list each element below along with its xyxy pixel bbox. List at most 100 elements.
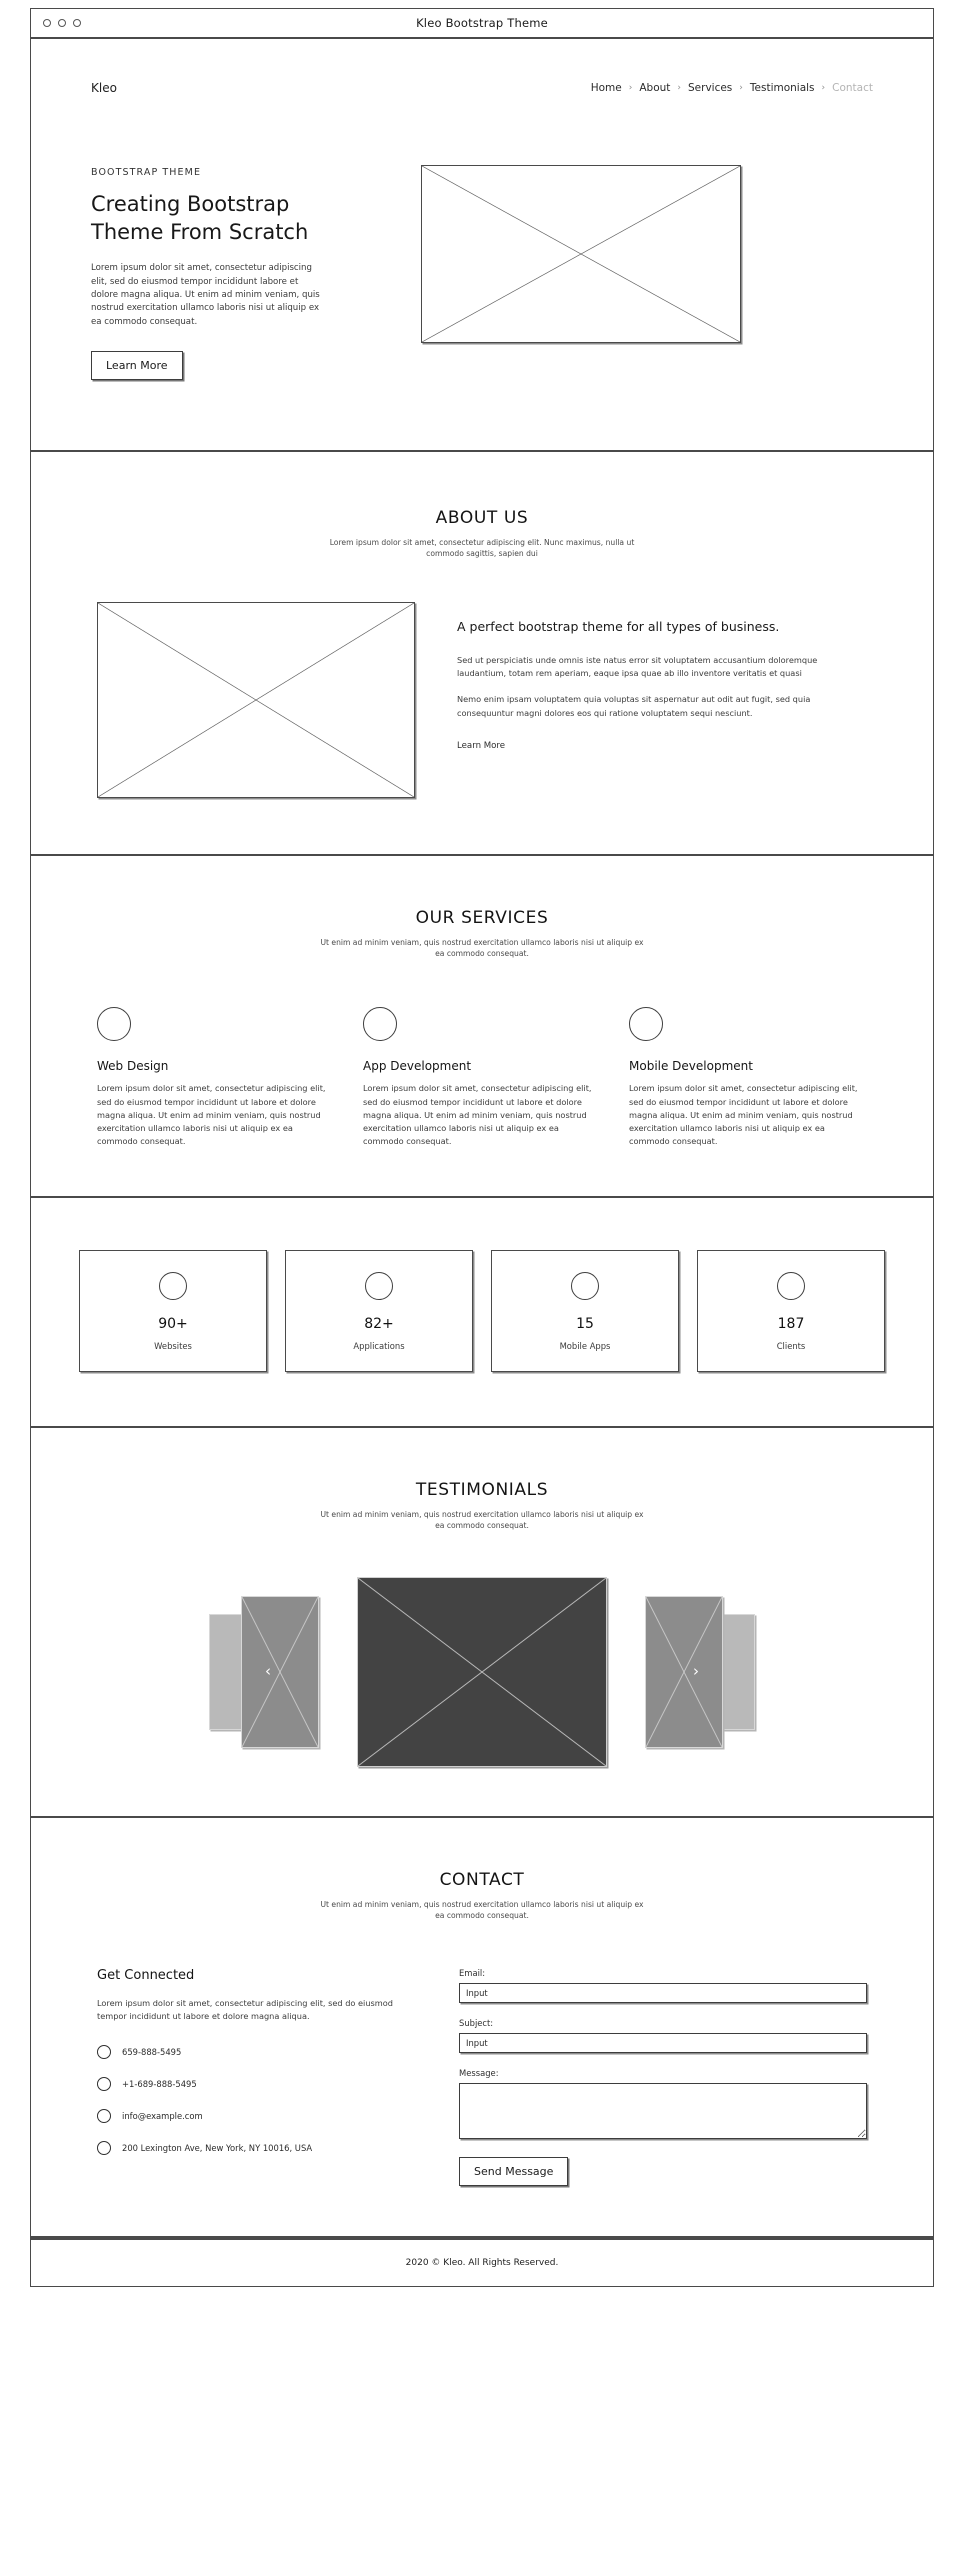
service-card: Mobile Development Lorem ipsum dolor sit…: [629, 1007, 867, 1148]
circle-icon: [97, 2044, 111, 2059]
email-field[interactable]: [459, 1982, 867, 2003]
nav-item-about[interactable]: About: [639, 82, 670, 94]
contact-paragraph: Lorem ipsum dolor sit amet, consectetur …: [97, 1997, 393, 2021]
nav-item-services[interactable]: Services: [688, 82, 732, 94]
contact-info-column: Get Connected Lorem ipsum dolor sit amet…: [97, 1968, 415, 2186]
nav-item-home[interactable]: Home: [591, 82, 622, 94]
contact-title: CONTACT: [439, 1869, 525, 1890]
brand-logo[interactable]: Kleo: [91, 81, 117, 95]
hero-title-line-2: Theme From Scratch: [91, 220, 309, 245]
testimonials-header: TESTIMONIALS Ut enim ad minim veniam, qu…: [49, 1480, 915, 1532]
stat-value: 90+: [158, 1315, 188, 1332]
carousel-slide-active[interactable]: [357, 1576, 607, 1767]
contact-subtitle: Ut enim ad minim veniam, quis nostrud ex…: [320, 1899, 644, 1921]
contact-detail-value: 659-888-5495: [122, 2046, 182, 2057]
stat-card: 82+ Applications: [285, 1250, 473, 1372]
service-title: Mobile Development: [629, 1059, 753, 1074]
testimonials-title: TESTIMONIALS: [415, 1480, 549, 1500]
contact-body: Get Connected Lorem ipsum dolor sit amet…: [49, 1968, 915, 2186]
service-title: App Development: [363, 1059, 472, 1074]
stats-grid: 90+ Websites 82+ Applications 15 Mobile …: [79, 1250, 885, 1372]
message-field[interactable]: [459, 2082, 867, 2139]
contact-form: Email: Subject: Message: Send Message: [459, 1968, 867, 2186]
circle-icon: [97, 2076, 111, 2091]
stat-card: 90+ Websites: [79, 1250, 267, 1372]
circle-icon: [571, 1271, 599, 1300]
services-section: OUR SERVICES Ut enim ad minim veniam, qu…: [31, 856, 933, 1198]
contact-detail-value: info@example.com: [122, 2110, 203, 2121]
about-paragraph-1: Sed ut perspiciatis unde omnis iste natu…: [457, 654, 818, 678]
contact-detail-email: info@example.com: [97, 2108, 415, 2123]
carousel-next-icon[interactable]: ›: [693, 1664, 699, 1679]
stat-value: 15: [576, 1315, 594, 1332]
service-title: Web Design: [97, 1059, 169, 1074]
copyright-text: 2020 © Kleo. All Rights Reserved.: [405, 2257, 559, 2268]
browser-titlebar: Kleo Bootstrap Theme: [31, 9, 933, 39]
hero-section: BOOTSTRAP THEME Creating Bootstrap Theme…: [49, 137, 915, 450]
subject-label: Subject:: [459, 2017, 494, 2028]
circle-icon: [97, 2108, 111, 2123]
service-card: App Development Lorem ipsum dolor sit am…: [363, 1007, 601, 1148]
hero-copy: BOOTSTRAP THEME Creating Bootstrap Theme…: [91, 151, 391, 380]
nav-separator-icon: ›: [739, 83, 743, 93]
hero-title: Creating Bootstrap Theme From Scratch: [91, 190, 391, 246]
send-message-button[interactable]: Send Message: [459, 2156, 569, 2186]
contact-detail-address: 200 Lexington Ave, New York, NY 10016, U…: [97, 2140, 415, 2155]
circle-icon: [363, 1007, 397, 1042]
circle-icon: [629, 1007, 663, 1042]
about-image-placeholder: [97, 601, 415, 798]
nav-item-contact[interactable]: Contact: [832, 82, 873, 94]
services-subtitle: Ut enim ad minim veniam, quis nostrud ex…: [320, 937, 644, 958]
stat-value: 82+: [364, 1315, 394, 1332]
about-paragraph-2: Nemo enim ipsam voluptatem quia voluptas…: [457, 694, 811, 718]
testimonials-subtitle: Ut enim ad minim veniam, quis nostrud ex…: [320, 1510, 644, 1531]
email-label: Email:: [459, 1967, 486, 1978]
contact-section: CONTACT Ut enim ad minim veniam, quis no…: [31, 1818, 933, 2238]
stat-card: 187 Clients: [697, 1250, 885, 1372]
service-text: Lorem ipsum dolor sit amet, consectetur …: [363, 1083, 592, 1146]
hero-title-line-1: Creating Bootstrap: [91, 192, 290, 216]
nav-links: Home › About › Services › Testimonials ›…: [591, 82, 873, 94]
nav-separator-icon: ›: [677, 83, 681, 93]
service-card: Web Design Lorem ipsum dolor sit amet, c…: [97, 1007, 335, 1148]
about-title: ABOUT US: [435, 507, 529, 528]
circle-icon: [365, 1271, 393, 1300]
browser-window: Kleo Bootstrap Theme Kleo Home › About ›…: [30, 8, 934, 2287]
stats-section: 90+ Websites 82+ Applications 15 Mobile …: [31, 1198, 933, 1428]
circle-icon: [97, 2140, 111, 2155]
service-text: Lorem ipsum dolor sit amet, consectetur …: [97, 1083, 326, 1146]
contact-detail-phone: 659-888-5495: [97, 2044, 415, 2059]
stat-card: 15 Mobile Apps: [491, 1250, 679, 1372]
learn-more-button[interactable]: Learn More: [91, 350, 183, 380]
nav-item-testimonials[interactable]: Testimonials: [750, 82, 815, 94]
about-text-column: A perfect bootstrap theme for all types …: [457, 602, 867, 752]
carousel-slide-left[interactable]: [241, 1595, 319, 1748]
contact-detail-mobile: +1-689-888-5495: [97, 2076, 415, 2091]
carousel-prev-icon[interactable]: ‹: [265, 1664, 271, 1679]
about-learn-more-link[interactable]: Learn More: [457, 741, 505, 751]
window-title: Kleo Bootstrap Theme: [416, 16, 548, 30]
about-body: A perfect bootstrap theme for all types …: [49, 601, 915, 798]
services-title: OUR SERVICES: [415, 907, 549, 928]
hero-eyebrow: BOOTSTRAP THEME: [91, 167, 202, 178]
testimonials-section: TESTIMONIALS Ut enim ad minim veniam, qu…: [31, 1428, 933, 1818]
stat-label: Clients: [776, 1340, 806, 1351]
services-header: OUR SERVICES Ut enim ad minim veniam, qu…: [49, 908, 915, 960]
hero-body-text: Lorem ipsum dolor sit amet, consectetur …: [91, 263, 320, 327]
contact-detail-value: +1-689-888-5495: [122, 2078, 197, 2089]
subject-field[interactable]: [459, 2032, 867, 2053]
carousel-slide-right[interactable]: [645, 1595, 723, 1748]
get-connected-heading: Get Connected: [97, 1967, 195, 1983]
about-heading: A perfect bootstrap theme for all types …: [457, 618, 780, 634]
stat-label: Applications: [353, 1340, 405, 1351]
services-grid: Web Design Lorem ipsum dolor sit amet, c…: [49, 1007, 915, 1148]
about-subtitle: Lorem ipsum dolor sit amet, consectetur …: [329, 537, 635, 559]
footer: 2020 © Kleo. All Rights Reserved.: [31, 2237, 933, 2286]
contact-detail-value: 200 Lexington Ave, New York, NY 10016, U…: [122, 2142, 313, 2153]
stat-value: 187: [777, 1315, 805, 1332]
stat-label: Websites: [154, 1340, 192, 1351]
circle-icon: [159, 1271, 187, 1300]
service-text: Lorem ipsum dolor sit amet, consectetur …: [629, 1083, 858, 1146]
circle-icon: [97, 1007, 131, 1042]
nav-separator-icon: ›: [628, 83, 633, 93]
